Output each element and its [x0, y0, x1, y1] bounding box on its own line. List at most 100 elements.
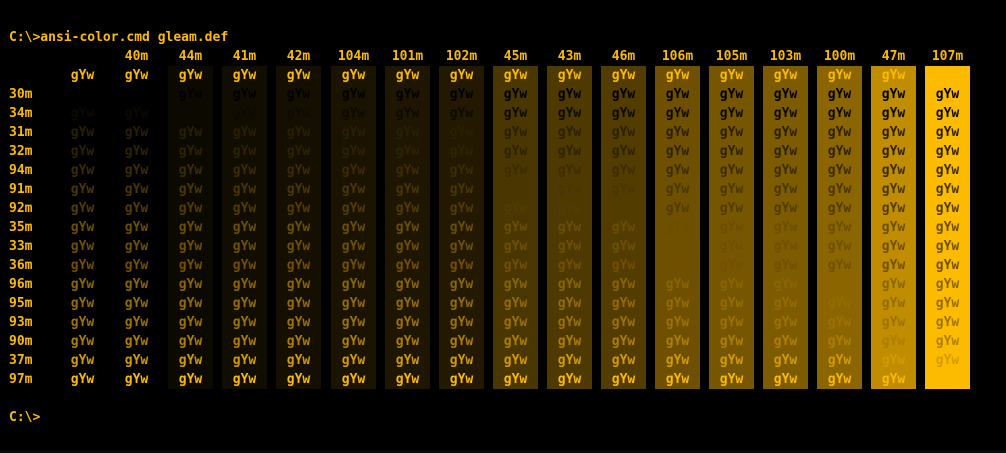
- color-sample-cell: gYw: [935, 163, 960, 178]
- color-sample-cell: gYw: [557, 372, 582, 387]
- color-sample-cell: gYw: [232, 296, 257, 311]
- color-sample-cell: gYw: [773, 296, 798, 311]
- color-sample-cell: gYw: [503, 106, 528, 121]
- color-sample-cell: gYw: [935, 87, 960, 102]
- color-sample-cell: gYw: [611, 353, 636, 368]
- color-sample-cell: gYw: [719, 334, 744, 349]
- row-header: 33m: [9, 239, 33, 254]
- color-sample-cell: gYw: [395, 220, 420, 235]
- color-sample-cell: gYw: [286, 239, 311, 254]
- color-sample-cell: gYw: [827, 68, 852, 83]
- color-sample-cell: gYw: [178, 163, 203, 178]
- color-sample-cell: gYw: [70, 87, 95, 102]
- color-sample-cell: gYw: [395, 353, 420, 368]
- color-sample-cell: gYw: [178, 372, 203, 387]
- color-sample-cell: gYw: [665, 372, 690, 387]
- color-sample-cell: gYw: [286, 182, 311, 197]
- color-sample-cell: gYw: [124, 201, 149, 216]
- color-sample-cell: gYw: [286, 220, 311, 235]
- color-sample-cell: gYw: [341, 315, 366, 330]
- color-sample-cell: gYw: [665, 106, 690, 121]
- color-sample-cell: gYw: [178, 201, 203, 216]
- color-sample-cell: gYw: [395, 125, 420, 140]
- row-header: 96m: [9, 277, 33, 292]
- color-sample-cell: gYw: [449, 106, 474, 121]
- color-sample-cell: gYw: [719, 106, 744, 121]
- color-sample-cell: gYw: [341, 182, 366, 197]
- color-sample-cell: gYw: [611, 125, 636, 140]
- color-sample-cell: gYw: [557, 163, 582, 178]
- column-header: 105m: [715, 49, 748, 64]
- column-header: 41m: [232, 49, 257, 64]
- color-sample-cell: gYw: [935, 353, 960, 368]
- color-sample-cell: gYw: [70, 125, 95, 140]
- color-sample-cell: gYw: [665, 163, 690, 178]
- color-sample-cell: gYw: [881, 353, 906, 368]
- color-sample-cell: gYw: [286, 87, 311, 102]
- color-sample-cell: gYw: [124, 353, 149, 368]
- color-sample-cell: gYw: [827, 125, 852, 140]
- color-sample-cell: gYw: [827, 239, 852, 254]
- prompt-line[interactable]: C:\>: [9, 408, 40, 427]
- color-sample-cell: gYw: [341, 220, 366, 235]
- color-sample-cell: gYw: [935, 277, 960, 292]
- row-header: 91m: [9, 182, 33, 197]
- color-sample-cell: gYw: [503, 144, 528, 159]
- color-sample-cell: gYw: [557, 239, 582, 254]
- color-sample-cell: gYw: [773, 144, 798, 159]
- row-header: 92m: [9, 201, 33, 216]
- color-sample-cell: gYw: [611, 201, 636, 216]
- color-sample-cell: gYw: [665, 277, 690, 292]
- color-sample-cell: gYw: [449, 125, 474, 140]
- column-header: 101m: [391, 49, 424, 64]
- color-sample-cell: gYw: [70, 353, 95, 368]
- column-header: 40m: [124, 49, 149, 64]
- color-sample-cell: gYw: [70, 277, 95, 292]
- color-sample-cell: gYw: [665, 296, 690, 311]
- color-sample-cell: gYw: [503, 372, 528, 387]
- color-sample-cell: gYw: [827, 277, 852, 292]
- color-sample-cell: gYw: [232, 353, 257, 368]
- color-sample-cell: gYw: [719, 372, 744, 387]
- color-sample-cell: gYw: [232, 372, 257, 387]
- color-sample-cell: gYw: [719, 258, 744, 273]
- color-sample-cell: gYw: [557, 144, 582, 159]
- color-sample-cell: gYw: [773, 315, 798, 330]
- color-sample-cell: gYw: [449, 239, 474, 254]
- color-sample-cell: gYw: [341, 125, 366, 140]
- color-sample-cell: gYw: [611, 315, 636, 330]
- color-sample-cell: gYw: [178, 144, 203, 159]
- row-header: 94m: [9, 163, 33, 178]
- row-header: 30m: [9, 87, 33, 102]
- column-header: 107m: [931, 49, 964, 64]
- color-sample-cell: gYw: [286, 353, 311, 368]
- color-sample-cell: gYw: [286, 277, 311, 292]
- color-sample-cell: gYw: [503, 201, 528, 216]
- command-line: C:\>ansi-color.cmd gleam.def: [9, 30, 229, 45]
- color-sample-cell: gYw: [719, 201, 744, 216]
- color-sample-cell: gYw: [773, 334, 798, 349]
- color-sample-cell: gYw: [232, 68, 257, 83]
- column-header: 45m: [503, 49, 528, 64]
- color-sample-cell: gYw: [286, 144, 311, 159]
- color-sample-cell: gYw: [719, 182, 744, 197]
- color-sample-cell: gYw: [232, 334, 257, 349]
- color-sample-cell: gYw: [178, 87, 203, 102]
- color-sample-cell: gYw: [232, 220, 257, 235]
- color-sample-cell: gYw: [557, 106, 582, 121]
- color-sample-cell: gYw: [70, 315, 95, 330]
- color-sample-cell: gYw: [665, 201, 690, 216]
- color-sample-cell: gYw: [124, 372, 149, 387]
- color-sample-cell: gYw: [503, 68, 528, 83]
- color-sample-cell: gYw: [286, 68, 311, 83]
- color-sample-cell: gYw: [503, 258, 528, 273]
- color-sample-cell: gYw: [935, 201, 960, 216]
- color-sample-cell: gYw: [881, 87, 906, 102]
- color-sample-cell: gYw: [70, 163, 95, 178]
- color-sample-cell: gYw: [773, 87, 798, 102]
- color-sample-cell: gYw: [124, 220, 149, 235]
- color-sample-cell: gYw: [503, 182, 528, 197]
- color-sample-cell: gYw: [178, 239, 203, 254]
- color-sample-cell: gYw: [719, 353, 744, 368]
- color-sample-cell: gYw: [178, 315, 203, 330]
